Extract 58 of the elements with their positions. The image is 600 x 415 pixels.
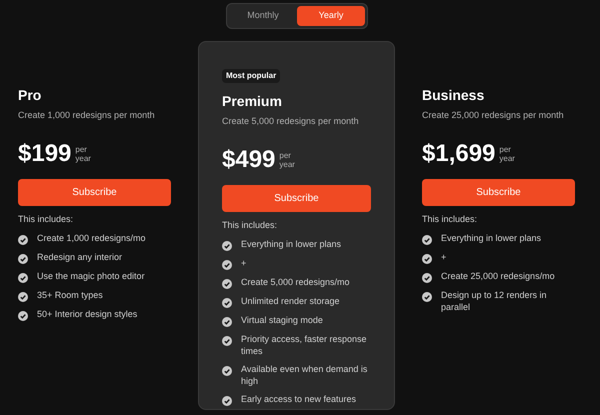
check-icon [222,260,232,270]
billing-tab[interactable]: Yearly [297,6,365,26]
check-icon [422,273,432,283]
feature-text: Available even when demand is high [241,363,368,387]
price-period: per [279,150,292,160]
feature-text: + [241,257,246,270]
subscribe-button[interactable]: Subscribe [422,178,575,206]
feature-text: Everything in lower plans [241,238,342,251]
check-icon [422,254,432,264]
feature-text: Redesign any interior [37,251,122,264]
feature-text: Unlimited render storage [241,295,340,308]
subscribe-button[interactable]: Subscribe [222,184,371,212]
feature-text: Create 25,000 redesigns/mo [441,270,555,283]
check-icon [222,279,232,289]
check-icon [222,336,232,346]
check-icon [222,396,232,406]
plan-description: Create 25,000 redesigns per month [422,109,565,122]
check-icon [422,292,432,302]
plan-description: Create 1,000 redesigns per month [18,109,156,122]
check-icon [18,273,28,283]
feature-text: Use the magic photo editor [37,270,145,283]
price-period: per [499,144,512,154]
plan-price: $1,699 [422,140,496,166]
feature-text: Create 5,000 redesigns/mo [241,276,350,289]
plan-name: Pro [18,86,42,104]
feature-text: Everything in lower plans [441,232,542,245]
plan-price: $499 [222,146,276,172]
feature-text: Early access to new features [241,393,356,406]
price-period: year [75,154,91,162]
popular-badge: Most popular [222,69,280,83]
includes-label: This includes: [422,212,478,226]
plan-name: Business [422,86,486,104]
feature-text: Design up to 12 renders in parallel [441,289,548,313]
feature-text: Virtual staging mode [241,314,323,327]
includes-label: This includes: [18,212,74,226]
feature-text: 50+ Interior design styles [37,308,138,321]
feature-text: + [441,251,446,264]
plan-name: Premium [222,92,283,110]
plan-description: Create 5,000 redesigns per month [222,115,360,128]
check-icon [222,241,232,251]
check-icon [222,366,232,376]
includes-label: This includes: [222,218,278,232]
check-icon [222,298,232,308]
check-icon [222,317,232,327]
billing-tab[interactable]: Monthly [229,6,297,26]
check-icon [18,235,28,245]
feature-text: Priority access, faster response times [241,333,368,357]
check-icon [18,254,28,264]
check-icon [18,292,28,302]
price-period: year [279,160,295,168]
feature-text: Create 1,000 redesigns/mo [37,232,146,245]
check-icon [422,235,432,245]
subscribe-button[interactable]: Subscribe [18,178,171,206]
feature-text: 35+ Room types [37,289,103,302]
price-period: year [499,154,515,162]
check-icon [18,311,28,321]
price-period: per [75,144,88,154]
plan-price: $199 [18,140,72,166]
